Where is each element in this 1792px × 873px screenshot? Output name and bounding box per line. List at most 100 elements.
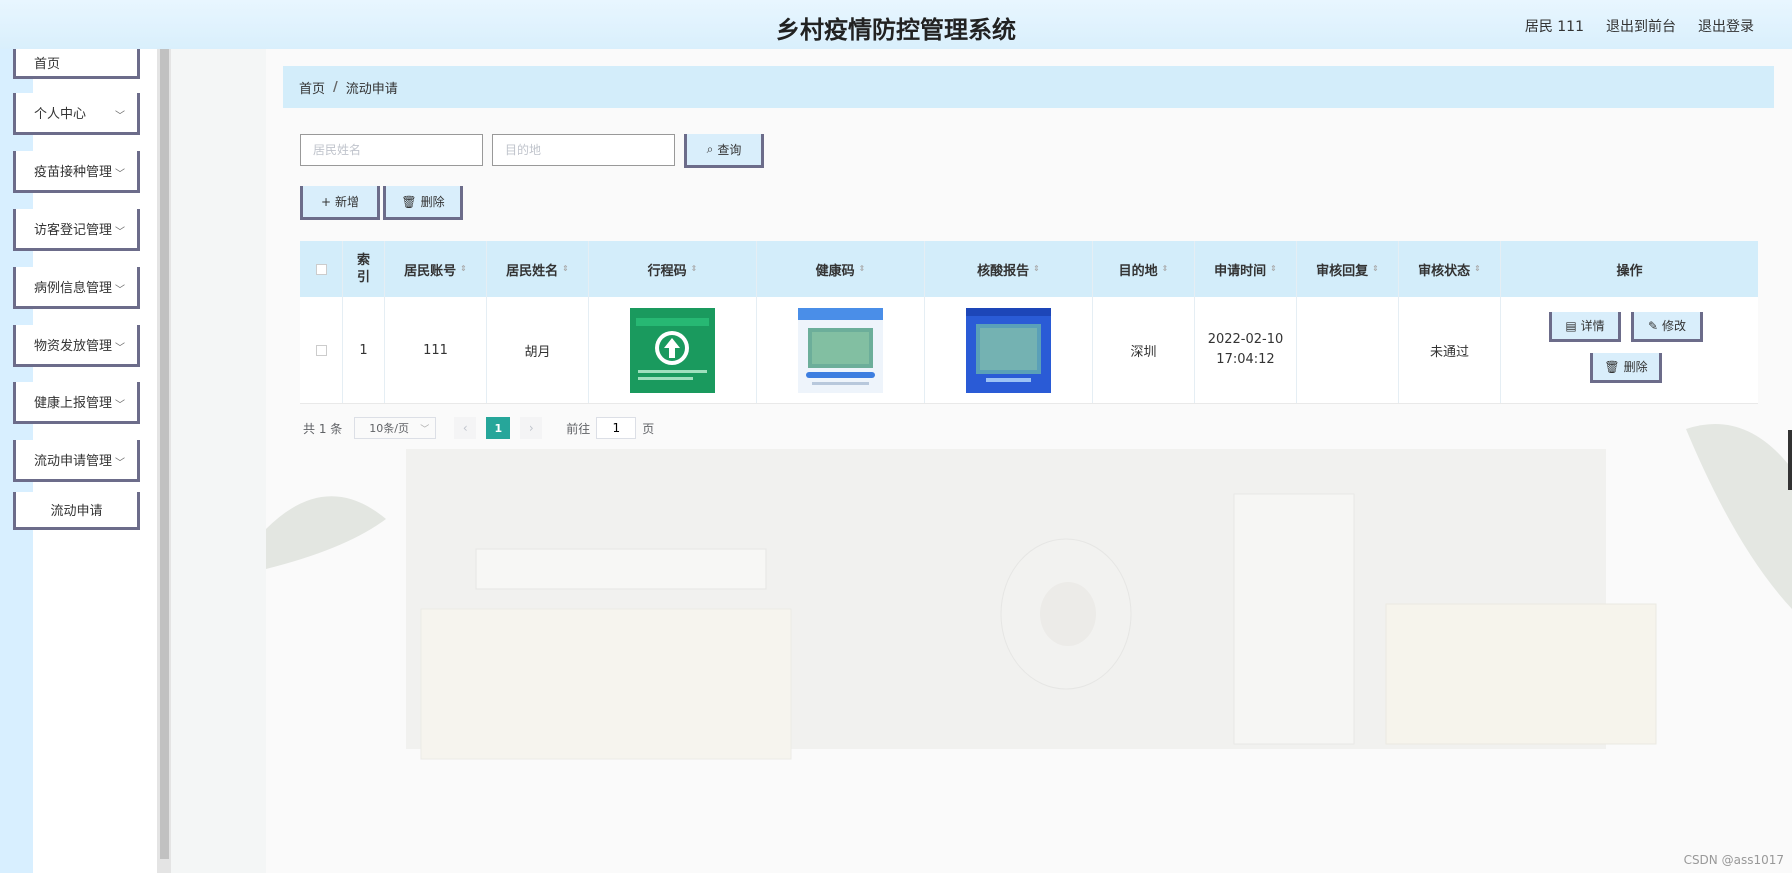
cell-status: 未通过 — [1399, 297, 1501, 403]
header-label: 目的地 — [1118, 263, 1158, 279]
top-header: 乡村疫情防控管理系统 居民 111 退出到前台 退出登录 — [0, 0, 1792, 49]
sidebar-item-label: 个人中心 — [34, 107, 87, 122]
total-count: 共 1 条 — [303, 421, 343, 436]
cell-itinerary-code — [589, 297, 757, 403]
sidebar-item-label: 流动申请管理 — [34, 454, 113, 469]
header-account[interactable]: 居民账号 ⇕ — [385, 241, 487, 297]
query-button-label: 查询 — [717, 143, 742, 157]
header-status[interactable]: 审核状态 ⇕ — [1399, 241, 1501, 297]
sidebar-item-label: 访客登记管理 — [34, 223, 113, 238]
itinerary-code-image[interactable] — [630, 307, 715, 393]
trash-icon: 🗑 — [1604, 359, 1620, 374]
goto-page-input[interactable] — [596, 417, 637, 439]
add-button-label: 新增 — [335, 195, 360, 209]
query-button[interactable]: ⌕ 查询 — [684, 134, 764, 168]
sort-icon[interactable]: ⇕ — [1270, 265, 1277, 273]
page-size-value: 10条/页 — [369, 422, 409, 435]
sidebar-item-personal-center[interactable]: 个人中心 ﹀ — [13, 93, 140, 135]
apply-date: 2022-02-10 — [1207, 332, 1284, 347]
background-decoration — [266, 424, 1792, 760]
header-label: 申请时间 — [1214, 263, 1267, 279]
sort-icon[interactable]: ⇕ — [460, 265, 467, 273]
sidebar-item-home[interactable]: 首页 — [13, 49, 140, 79]
sidebar-item-label: 病例信息管理 — [34, 281, 113, 296]
header-nucleic-report[interactable]: 核酸报告 ⇕ — [925, 241, 1093, 297]
apply-time: 17:04:12 — [1216, 352, 1275, 367]
system-title: 乡村疫情防控管理系统 — [776, 16, 1016, 44]
header-label: 审核状态 — [1418, 263, 1471, 279]
cell-destination: 深圳 — [1093, 297, 1195, 403]
prev-page-button[interactable]: ‹ — [454, 417, 477, 439]
breadcrumb-home[interactable]: 首页 — [299, 78, 325, 97]
header-destination[interactable]: 目的地 ⇕ — [1093, 241, 1195, 297]
chevron-down-icon: ﹀ — [115, 227, 125, 238]
cell-index: 1 — [343, 297, 385, 403]
sort-icon[interactable]: ⇕ — [562, 265, 569, 273]
breadcrumb-separator: / — [333, 79, 338, 95]
sort-icon[interactable]: ⇕ — [1033, 265, 1040, 273]
sidebar-scrollbar-thumb[interactable] — [160, 49, 169, 859]
chevron-down-icon: ﹀ — [115, 400, 125, 411]
page-size-select[interactable]: 10条/页 ﹀ — [354, 417, 437, 439]
row-checkbox[interactable] — [315, 344, 327, 356]
header-apply-time[interactable]: 申请时间 ⇕ — [1195, 241, 1297, 297]
sidebar-item-label: 健康上报管理 — [34, 396, 113, 411]
sidebar-item-mobility-application[interactable]: 流动申请 — [13, 492, 140, 530]
sidebar-item-health-report[interactable]: 健康上报管理 ﹀ — [13, 382, 140, 424]
sidebar-item-label: 流动申请 — [50, 504, 103, 519]
header-index: 索引 — [343, 241, 385, 297]
sidebar-item-supplies[interactable]: 物资发放管理 ﹀ — [13, 325, 140, 367]
breadcrumb-current: 流动申请 — [345, 81, 398, 97]
cell-account: 111 — [385, 297, 487, 403]
page-number-current[interactable]: 1 — [486, 417, 511, 439]
sidebar-item-mobility-management[interactable]: 流动申请管理 ﹀ — [13, 440, 140, 482]
chevron-down-icon: ﹀ — [115, 458, 125, 469]
header-select-all[interactable] — [300, 241, 343, 297]
destination-input[interactable] — [492, 134, 675, 166]
chevron-down-icon: ﹀ — [115, 111, 125, 122]
sort-icon[interactable]: ⇕ — [691, 265, 698, 273]
goto-prefix: 前往 — [566, 421, 591, 436]
add-button[interactable]: + 新增 — [300, 186, 380, 220]
window-edge — [1788, 430, 1792, 490]
next-page-button[interactable]: › — [520, 417, 543, 439]
sidebar-item-vaccination[interactable]: 疫苗接种管理 ﹀ — [13, 151, 140, 193]
nucleic-report-image[interactable] — [966, 307, 1051, 393]
chevron-down-icon: ﹀ — [420, 424, 430, 435]
cell-health-code — [757, 297, 925, 403]
header-health-code[interactable]: 健康码 ⇕ — [757, 241, 925, 297]
edit-button-label: 修改 — [1662, 319, 1687, 333]
health-code-image[interactable] — [798, 307, 883, 393]
edit-icon: ✎ — [1647, 318, 1659, 333]
logout-link[interactable]: 退出登录 — [1698, 16, 1754, 36]
edit-button[interactable]: ✎ 修改 — [1631, 312, 1703, 342]
data-table: 索引 居民账号 ⇕ 居民姓名 ⇕ 行程码 ⇕ 健康码 ⇕ 核酸报告 ⇕ 目的地 ⇕ 申请时间… — [300, 241, 1758, 404]
sidebar-item-visitor[interactable]: 访客登记管理 ﹀ — [13, 209, 140, 251]
chevron-down-icon: ﹀ — [115, 343, 125, 354]
select-all-checkbox[interactable] — [315, 263, 327, 275]
row-select[interactable] — [300, 297, 343, 403]
chevron-down-icon: ﹀ — [115, 169, 125, 180]
header-label: 健康码 — [815, 263, 855, 279]
header-reply[interactable]: 审核回复 ⇕ — [1297, 241, 1399, 297]
header-label: 居民账号 — [404, 263, 457, 279]
header-actions: 操作 — [1501, 241, 1758, 297]
sort-icon[interactable]: ⇕ — [1372, 265, 1379, 273]
row-delete-button[interactable]: 🗑 删除 — [1590, 353, 1662, 383]
document-icon: ▤ — [1565, 318, 1577, 333]
sort-icon[interactable]: ⇕ — [1162, 265, 1169, 273]
resident-name-input[interactable] — [300, 134, 483, 166]
header-itinerary-code[interactable]: 行程码 ⇕ — [589, 241, 757, 297]
header-name[interactable]: 居民姓名 ⇕ — [487, 241, 589, 297]
search-icon: ⌕ — [706, 142, 714, 156]
sort-icon[interactable]: ⇕ — [859, 265, 866, 273]
main-content — [266, 49, 1792, 873]
delete-button[interactable]: 🗑 删除 — [383, 186, 463, 220]
header-label: 居民姓名 — [506, 263, 559, 279]
back-to-front-link[interactable]: 退出到前台 — [1606, 16, 1676, 36]
sidebar-item-cases[interactable]: 病例信息管理 ﹀ — [13, 267, 140, 309]
sidebar-item-label: 物资发放管理 — [34, 339, 113, 354]
detail-button[interactable]: ▤ 详情 — [1549, 312, 1621, 342]
sidebar-item-label: 首页 — [34, 57, 61, 72]
sort-icon[interactable]: ⇕ — [1474, 265, 1481, 273]
